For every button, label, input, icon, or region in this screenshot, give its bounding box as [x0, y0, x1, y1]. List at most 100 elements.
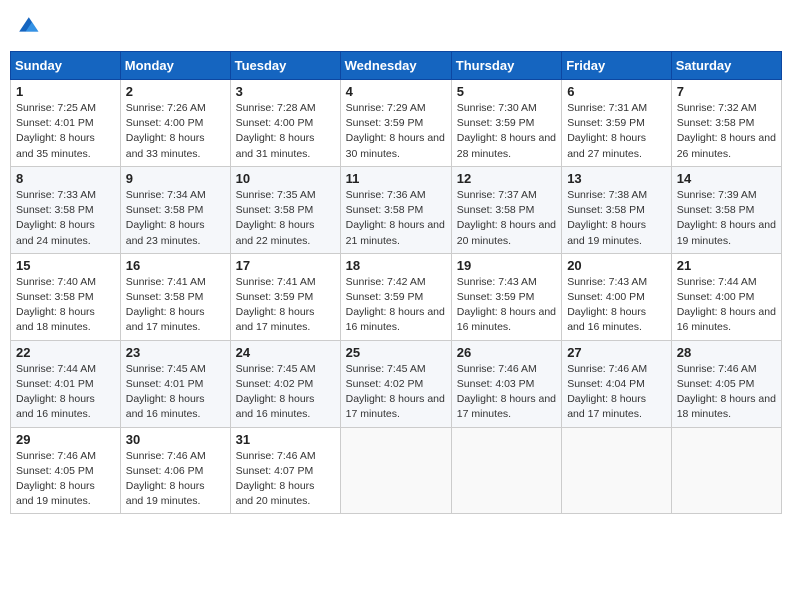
- day-detail: Sunrise: 7:45 AMSunset: 4:01 PMDaylight:…: [126, 362, 225, 423]
- day-number: 13: [567, 171, 666, 186]
- day-detail: Sunrise: 7:44 AMSunset: 4:00 PMDaylight:…: [677, 275, 776, 336]
- calendar-cell: 6 Sunrise: 7:31 AMSunset: 3:59 PMDaylight…: [562, 80, 672, 167]
- weekday-header-friday: Friday: [562, 52, 672, 80]
- calendar-cell: [451, 427, 561, 514]
- day-number: 6: [567, 84, 666, 99]
- day-number: 15: [16, 258, 115, 273]
- calendar-cell: 14Sunrise: 7:39 AMSunset: 3:58 PMDayligh…: [671, 166, 781, 253]
- day-number: 14: [677, 171, 776, 186]
- day-number: 9: [126, 171, 225, 186]
- calendar-cell: 15 Sunrise: 7:40 AMSunset: 3:58 PMDayligh…: [11, 253, 121, 340]
- day-detail: Sunrise: 7:41 AMSunset: 3:59 PMDaylight:…: [236, 275, 335, 336]
- calendar-week-row: 22Sunrise: 7:44 AMSunset: 4:01 PMDayligh…: [11, 340, 782, 427]
- calendar-cell: 4 Sunrise: 7:29 AMSunset: 3:59 PMDaylight…: [340, 80, 451, 167]
- day-detail: Sunrise: 7:25 AMSunset: 4:01 PMDaylight:…: [16, 101, 115, 162]
- calendar-cell: 26 Sunrise: 7:46 AMSunset: 4:03 PMDayligh…: [451, 340, 561, 427]
- calendar-cell: 16 Sunrise: 7:41 AMSunset: 3:58 PMDayligh…: [120, 253, 230, 340]
- day-number: 25: [346, 345, 446, 360]
- calendar-cell: [562, 427, 672, 514]
- day-number: 2: [126, 84, 225, 99]
- day-detail: Sunrise: 7:28 AMSunset: 4:00 PMDaylight:…: [236, 101, 335, 162]
- day-detail: Sunrise: 7:43 AMSunset: 4:00 PMDaylight:…: [567, 275, 666, 336]
- day-number: 4: [346, 84, 446, 99]
- day-detail: Sunrise: 7:46 AMSunset: 4:05 PMDaylight:…: [16, 449, 115, 510]
- day-number: 23: [126, 345, 225, 360]
- day-detail: Sunrise: 7:36 AMSunset: 3:58 PMDaylight:…: [346, 188, 446, 249]
- day-number: 26: [457, 345, 556, 360]
- day-number: 1: [16, 84, 115, 99]
- calendar-cell: 25 Sunrise: 7:45 AMSunset: 4:02 PMDayligh…: [340, 340, 451, 427]
- calendar-cell: 20 Sunrise: 7:43 AMSunset: 4:00 PMDayligh…: [562, 253, 672, 340]
- day-detail: Sunrise: 7:32 AMSunset: 3:58 PMDaylight:…: [677, 101, 776, 162]
- day-detail: Sunrise: 7:33 AMSunset: 3:58 PMDaylight:…: [16, 188, 115, 249]
- day-detail: Sunrise: 7:31 AMSunset: 3:59 PMDaylight:…: [567, 101, 666, 162]
- day-detail: Sunrise: 7:46 AMSunset: 4:07 PMDaylight:…: [236, 449, 335, 510]
- day-detail: Sunrise: 7:46 AMSunset: 4:03 PMDaylight:…: [457, 362, 556, 423]
- calendar-week-row: 1 Sunrise: 7:25 AMSunset: 4:01 PMDaylight…: [11, 80, 782, 167]
- calendar-cell: 1 Sunrise: 7:25 AMSunset: 4:01 PMDaylight…: [11, 80, 121, 167]
- calendar-header-row: SundayMondayTuesdayWednesdayThursdayFrid…: [11, 52, 782, 80]
- day-detail: Sunrise: 7:46 AMSunset: 4:05 PMDaylight:…: [677, 362, 776, 423]
- day-number: 17: [236, 258, 335, 273]
- calendar-cell: 2 Sunrise: 7:26 AMSunset: 4:00 PMDaylight…: [120, 80, 230, 167]
- calendar-cell: 3 Sunrise: 7:28 AMSunset: 4:00 PMDaylight…: [230, 80, 340, 167]
- day-number: 5: [457, 84, 556, 99]
- day-detail: Sunrise: 7:45 AMSunset: 4:02 PMDaylight:…: [346, 362, 446, 423]
- day-number: 11: [346, 171, 446, 186]
- weekday-header-saturday: Saturday: [671, 52, 781, 80]
- day-detail: Sunrise: 7:42 AMSunset: 3:59 PMDaylight:…: [346, 275, 446, 336]
- weekday-header-sunday: Sunday: [11, 52, 121, 80]
- calendar-week-row: 8 Sunrise: 7:33 AMSunset: 3:58 PMDaylight…: [11, 166, 782, 253]
- calendar-cell: 11 Sunrise: 7:36 AMSunset: 3:58 PMDayligh…: [340, 166, 451, 253]
- calendar-cell: [671, 427, 781, 514]
- day-detail: Sunrise: 7:43 AMSunset: 3:59 PMDaylight:…: [457, 275, 556, 336]
- day-detail: Sunrise: 7:29 AMSunset: 3:59 PMDaylight:…: [346, 101, 446, 162]
- calendar-week-row: 15 Sunrise: 7:40 AMSunset: 3:58 PMDayligh…: [11, 253, 782, 340]
- logo: [14, 14, 44, 43]
- day-detail: Sunrise: 7:34 AMSunset: 3:58 PMDaylight:…: [126, 188, 225, 249]
- day-detail: Sunrise: 7:45 AMSunset: 4:02 PMDaylight:…: [236, 362, 335, 423]
- day-detail: Sunrise: 7:40 AMSunset: 3:58 PMDaylight:…: [16, 275, 115, 336]
- day-detail: Sunrise: 7:37 AMSunset: 3:58 PMDaylight:…: [457, 188, 556, 249]
- day-number: 27: [567, 345, 666, 360]
- day-number: 21: [677, 258, 776, 273]
- calendar-cell: 31 Sunrise: 7:46 AMSunset: 4:07 PMDayligh…: [230, 427, 340, 514]
- day-number: 19: [457, 258, 556, 273]
- calendar-cell: 12 Sunrise: 7:37 AMSunset: 3:58 PMDayligh…: [451, 166, 561, 253]
- day-number: 8: [16, 171, 115, 186]
- calendar-cell: 28 Sunrise: 7:46 AMSunset: 4:05 PMDayligh…: [671, 340, 781, 427]
- day-detail: Sunrise: 7:38 AMSunset: 3:58 PMDaylight:…: [567, 188, 666, 249]
- calendar-cell: 21 Sunrise: 7:44 AMSunset: 4:00 PMDayligh…: [671, 253, 781, 340]
- day-number: 24: [236, 345, 335, 360]
- day-number: 16: [126, 258, 225, 273]
- day-detail: Sunrise: 7:35 AMSunset: 3:58 PMDaylight:…: [236, 188, 335, 249]
- calendar-cell: 19 Sunrise: 7:43 AMSunset: 3:59 PMDayligh…: [451, 253, 561, 340]
- calendar-cell: 9 Sunrise: 7:34 AMSunset: 3:58 PMDaylight…: [120, 166, 230, 253]
- day-number: 31: [236, 432, 335, 447]
- page-header: [10, 10, 782, 43]
- day-number: 10: [236, 171, 335, 186]
- day-detail: Sunrise: 7:46 AMSunset: 4:04 PMDaylight:…: [567, 362, 666, 423]
- calendar-cell: 30 Sunrise: 7:46 AMSunset: 4:06 PMDayligh…: [120, 427, 230, 514]
- day-number: 29: [16, 432, 115, 447]
- calendar-cell: 18Sunrise: 7:42 AMSunset: 3:59 PMDayligh…: [340, 253, 451, 340]
- day-number: 22: [16, 345, 115, 360]
- day-number: 30: [126, 432, 225, 447]
- day-detail: Sunrise: 7:41 AMSunset: 3:58 PMDaylight:…: [126, 275, 225, 336]
- calendar-cell: 10 Sunrise: 7:35 AMSunset: 3:58 PMDayligh…: [230, 166, 340, 253]
- calendar-cell: [340, 427, 451, 514]
- calendar-cell: 7 Sunrise: 7:32 AMSunset: 3:58 PMDaylight…: [671, 80, 781, 167]
- day-detail: Sunrise: 7:26 AMSunset: 4:00 PMDaylight:…: [126, 101, 225, 162]
- day-number: 28: [677, 345, 776, 360]
- day-number: 7: [677, 84, 776, 99]
- day-number: 20: [567, 258, 666, 273]
- weekday-header-wednesday: Wednesday: [340, 52, 451, 80]
- day-number: 12: [457, 171, 556, 186]
- day-detail: Sunrise: 7:30 AMSunset: 3:59 PMDaylight:…: [457, 101, 556, 162]
- calendar-cell: 17 Sunrise: 7:41 AMSunset: 3:59 PMDayligh…: [230, 253, 340, 340]
- calendar-cell: 23 Sunrise: 7:45 AMSunset: 4:01 PMDayligh…: [120, 340, 230, 427]
- calendar-cell: 5 Sunrise: 7:30 AMSunset: 3:59 PMDaylight…: [451, 80, 561, 167]
- day-detail: Sunrise: 7:46 AMSunset: 4:06 PMDaylight:…: [126, 449, 225, 510]
- calendar-week-row: 29 Sunrise: 7:46 AMSunset: 4:05 PMDayligh…: [11, 427, 782, 514]
- day-number: 3: [236, 84, 335, 99]
